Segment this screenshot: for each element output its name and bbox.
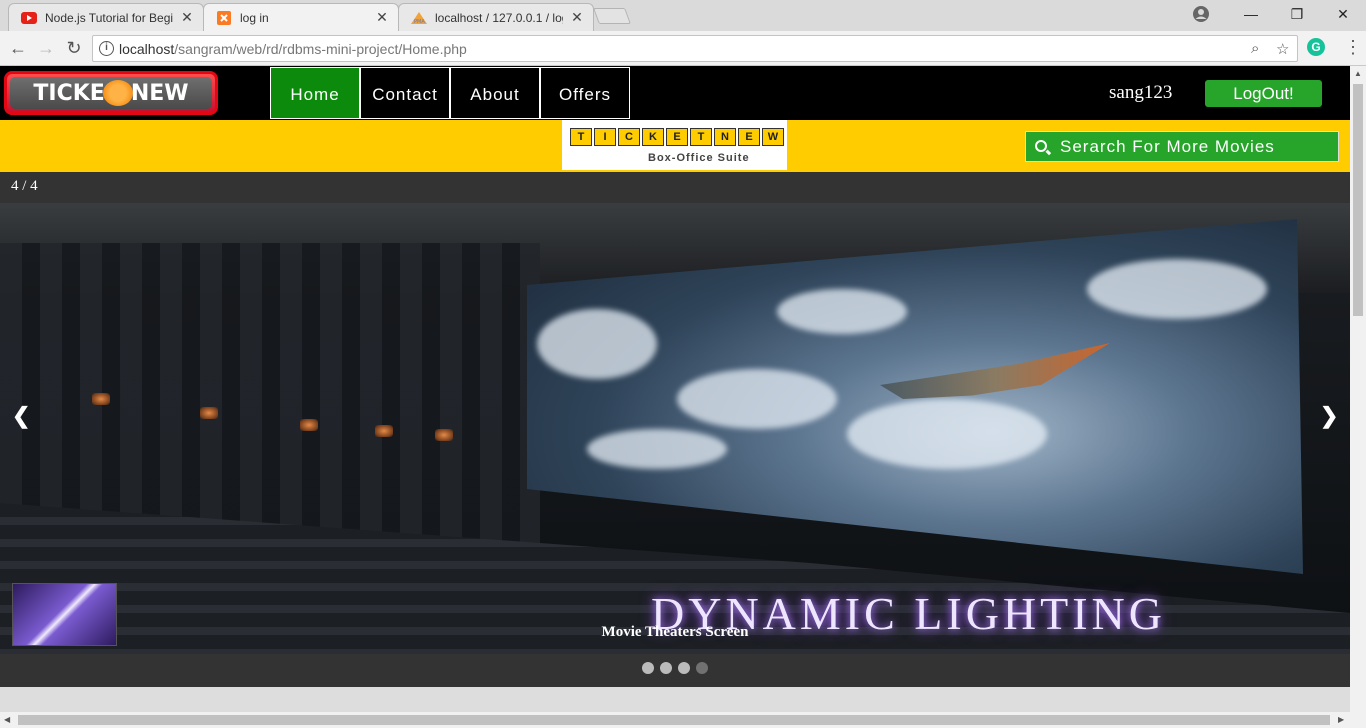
close-icon[interactable]: ✕ <box>569 9 585 26</box>
next-slide-icon[interactable]: ❯ <box>1320 403 1338 429</box>
phpmyadmin-icon: PMA <box>411 10 427 26</box>
scroll-left-icon[interactable]: ◀ <box>4 715 10 724</box>
youtube-icon <box>21 10 37 26</box>
scroll-right-icon[interactable]: ▶ <box>1338 715 1344 724</box>
main-menu: Home Contact About Offers <box>270 67 630 119</box>
reload-icon[interactable]: ↻ <box>61 36 87 60</box>
slide-counter: 4 / 4 <box>11 178 38 194</box>
slide-dot-4[interactable] <box>696 662 708 674</box>
wall-lamp <box>375 425 393 437</box>
close-icon[interactable]: ✕ <box>179 9 195 26</box>
bookmark-star-icon[interactable]: ☆ <box>1276 40 1289 58</box>
slide-dot-2[interactable] <box>660 662 672 674</box>
zoom-icon[interactable]: ⌕ <box>1251 40 1259 57</box>
close-window-icon[interactable]: ✕ <box>1320 6 1366 23</box>
site-logo[interactable]: TICKE NEW <box>4 71 218 115</box>
cloud <box>587 429 727 469</box>
tab-title: localhost / 127.0.0.1 / log <box>435 10 563 25</box>
wall-lamp <box>300 419 318 431</box>
wall-lamp <box>200 407 218 419</box>
logo-text-left: TICKE <box>33 80 105 106</box>
theater-wall <box>0 243 540 543</box>
wall-lamp <box>435 429 453 441</box>
restore-icon[interactable]: ❐ <box>1274 6 1320 23</box>
horizontal-scrollbar[interactable]: ◀ ▶ <box>0 712 1366 728</box>
ticketnew-brand-image: T I C K E T N E W Box-Office Suite <box>562 120 787 170</box>
cloud <box>777 289 907 334</box>
close-icon[interactable]: ✕ <box>374 9 390 26</box>
minimize-icon[interactable]: — <box>1228 6 1274 22</box>
username: sang123 <box>1109 82 1173 103</box>
slide-caption: Movie Theaters Screen <box>601 624 749 640</box>
grammarly-extension-icon[interactable]: G <box>1307 38 1325 56</box>
forward-icon[interactable]: → <box>33 36 59 60</box>
url-host: localhost <box>119 41 175 57</box>
scrollbar-thumb[interactable] <box>18 715 1330 725</box>
svg-text:PMA: PMA <box>414 19 425 24</box>
vertical-scrollbar[interactable]: ▲ <box>1350 66 1366 712</box>
brand-letter: W <box>762 128 784 146</box>
nav-home[interactable]: Home <box>270 67 360 119</box>
slide-dots <box>0 662 1350 674</box>
nav-contact[interactable]: Contact <box>360 67 450 119</box>
wall-lamp <box>92 393 110 405</box>
brand-letter: T <box>690 128 712 146</box>
prev-slide-icon[interactable]: ❮ <box>12 403 30 429</box>
new-tab-button[interactable] <box>593 8 631 24</box>
back-icon[interactable]: ← <box>5 36 31 60</box>
brand-letter: T <box>570 128 592 146</box>
slide-dot-1[interactable] <box>642 662 654 674</box>
address-url[interactable]: localhost/sangram/web/rd/rdbms-mini-proj… <box>119 41 467 57</box>
browser-tab-nodejs[interactable]: Node.js Tutorial for Begi ✕ <box>8 3 204 31</box>
browser-toolbar: ← → ↻ i localhost/sangram/web/rd/rdbms-m… <box>0 31 1366 66</box>
brand-letter: C <box>618 128 640 146</box>
brand-letter: I <box>594 128 616 146</box>
browser-tab-login[interactable]: log in ✕ <box>203 3 399 31</box>
brand-letter: K <box>642 128 664 146</box>
cloud <box>1087 259 1267 319</box>
profile-icon[interactable] <box>1192 5 1210 23</box>
info-icon[interactable]: i <box>99 41 114 56</box>
brand-letter: N <box>714 128 736 146</box>
brand-subtitle: Box-Office Suite <box>648 152 750 164</box>
brand-letter: E <box>666 128 688 146</box>
brand-band: T I C K E T N E W Box-Office Suite Serar… <box>0 120 1350 172</box>
tab-title: Node.js Tutorial for Begi <box>45 10 173 25</box>
search-label: Serarch For More Movies <box>1060 137 1275 156</box>
browser-menu-icon[interactable]: ⋮ <box>1344 37 1362 57</box>
window-controls: — ❐ ✕ <box>1228 0 1366 28</box>
cloud <box>537 309 657 379</box>
cloud <box>847 399 1047 469</box>
scrollbar-thumb[interactable] <box>1353 84 1363 316</box>
address-bar[interactable]: i localhost/sangram/web/rd/rdbms-mini-pr… <box>92 35 1298 62</box>
web-page: TICKE NEW Home Contact About Offers sang1… <box>0 66 1350 712</box>
slide-image: DYNAMIC LIGHTING Movie Theaters Screen ❮… <box>0 203 1350 654</box>
brand-letter: E <box>738 128 760 146</box>
tab-title: log in <box>240 10 269 25</box>
nav-about[interactable]: About <box>450 67 540 119</box>
tab-strip: Node.js Tutorial for Begi ✕ log in ✕ PMA… <box>0 0 1366 31</box>
logo-text-right: NEW <box>130 80 189 106</box>
scroll-up-icon[interactable]: ▲ <box>1354 69 1362 78</box>
logout-button[interactable]: LogOut! <box>1205 80 1322 107</box>
image-slider: 4 / 4 DYNAMIC LIGHTING Movie Theaters Sc… <box>0 172 1350 687</box>
search-icon <box>1035 140 1047 152</box>
nav-offers[interactable]: Offers <box>540 67 630 119</box>
slide-dot-3[interactable] <box>678 662 690 674</box>
search-movies-button[interactable]: Serarch For More Movies <box>1025 131 1339 162</box>
cloud <box>677 369 837 429</box>
url-path: /sangram/web/rd/rdbms-mini-project/Home.… <box>174 41 467 57</box>
browser-tab-phpmyadmin[interactable]: PMA localhost / 127.0.0.1 / log ✕ <box>398 3 594 31</box>
xampp-icon <box>216 10 232 26</box>
logo-emblem-icon <box>102 80 133 106</box>
site-navbar: TICKE NEW Home Contact About Offers sang1… <box>0 66 1350 120</box>
